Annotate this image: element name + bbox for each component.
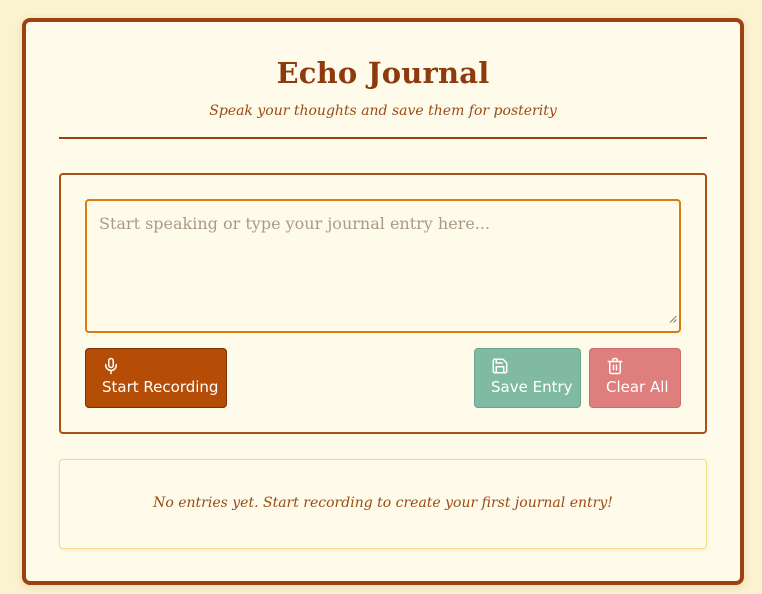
editor-panel: Start Recording Save Entry Clear All <box>59 173 707 434</box>
save-icon <box>492 358 508 374</box>
start-recording-button[interactable]: Start Recording <box>85 348 227 408</box>
save-entry-label: Save Entry <box>491 378 573 396</box>
empty-state-message: No entries yet. Start recording to creat… <box>153 495 613 511</box>
clear-all-button[interactable]: Clear All <box>589 348 681 408</box>
header-divider <box>59 137 707 139</box>
trash-icon <box>607 357 623 375</box>
entries-list: No entries yet. Start recording to creat… <box>59 459 707 549</box>
save-entry-button[interactable]: Save Entry <box>474 348 581 408</box>
journal-card: Echo Journal Speak your thoughts and sav… <box>22 18 744 585</box>
start-recording-label: Start Recording <box>102 378 219 396</box>
resize-grip-icon[interactable] <box>669 315 677 323</box>
microphone-icon <box>105 357 117 375</box>
app-title: Echo Journal <box>276 56 490 90</box>
app-subtitle: Speak your thoughts and save them for po… <box>209 103 557 119</box>
clear-all-label: Clear All <box>606 378 669 396</box>
journal-entry-input[interactable] <box>85 199 681 333</box>
